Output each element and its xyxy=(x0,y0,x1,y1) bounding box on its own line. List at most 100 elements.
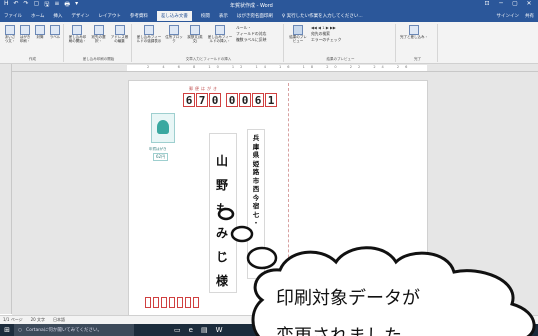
address-block-icon xyxy=(169,25,179,35)
ribbon: あいさつ文・ はがき印刷・ 封筒 ラベル 作成 差し込み印刷の開始・ 宛先の選択… xyxy=(0,22,538,64)
label-icon xyxy=(50,25,60,35)
close-button[interactable]: ✕ xyxy=(522,0,536,7)
check-errors-button[interactable]: エラーのチェック xyxy=(311,37,391,43)
name-char: み xyxy=(216,226,229,240)
tab-design[interactable]: デザイン xyxy=(71,13,89,19)
taskbar-icons: ▭ e ▤ W xyxy=(134,326,222,334)
windows-start-icon[interactable]: ⊞ xyxy=(0,326,14,334)
address-char: 庫 xyxy=(252,142,260,151)
address-char: 今 xyxy=(252,193,260,202)
tab-mailings[interactable]: 差し込み文書 xyxy=(156,11,192,21)
signin-link[interactable]: サインイン xyxy=(497,13,520,19)
address-char: 姫 xyxy=(252,159,260,168)
group-label-preview: 結果のプレビュー xyxy=(326,57,355,61)
tab-postcard-print[interactable]: はがき宛名面印刷 xyxy=(237,13,273,19)
zip-digit: 0 xyxy=(209,93,221,107)
zip-digit: 6 xyxy=(252,93,264,107)
name-char: 野 xyxy=(216,178,229,192)
greeting-button[interactable]: あいさつ文・ xyxy=(4,25,16,44)
record-number-input[interactable]: 1 xyxy=(322,25,324,30)
ribbon-display-button[interactable]: ⊡ xyxy=(480,0,494,7)
postcard-print-button[interactable]: はがき印刷・ xyxy=(19,25,31,44)
start-merge-icon xyxy=(72,25,83,35)
address-block-button[interactable]: 住所ブロック xyxy=(165,25,183,44)
address-char: 西 xyxy=(252,185,260,193)
edge-icon[interactable]: e xyxy=(189,326,193,334)
maximize-button[interactable]: ▢ xyxy=(508,0,522,7)
ribbon-group-create: あいさつ文・ はがき印刷・ 封筒 ラベル 作成 xyxy=(2,24,64,62)
address-box[interactable]: 兵 庫 県 姫 路 市 西 今 宿 七 ・ xyxy=(247,129,265,279)
window-title: 年賀状作成 - Word xyxy=(230,3,273,9)
zip-digit: 0 xyxy=(226,93,238,107)
ribbon-group-finish: 完了と差し込み・ 完了 xyxy=(398,24,438,62)
word-icon[interactable]: W xyxy=(216,326,223,334)
zip-code: 6 7 0 0 0 6 1 xyxy=(183,93,277,107)
preview-results-button[interactable]: 結果のプレビュー xyxy=(288,25,308,44)
highlight-icon xyxy=(144,25,154,35)
new-document-icon[interactable]: ▢ xyxy=(34,0,40,10)
task-view-icon[interactable]: ▭ xyxy=(174,326,181,334)
highlight-fields-button[interactable]: 差し込みフィールドの強調表示 xyxy=(136,25,162,44)
zip-digit: 6 xyxy=(183,93,195,107)
address-char: 市 xyxy=(252,176,260,185)
tab-review[interactable]: 校閲 xyxy=(201,13,210,19)
edit-address-book-button[interactable]: アドレス帳の編集 xyxy=(110,25,129,44)
tab-view[interactable]: 表示 xyxy=(219,13,228,19)
group-label-create: 作成 xyxy=(29,57,36,61)
address-char: ・ xyxy=(252,219,260,227)
start-merge-button[interactable]: 差し込み印刷の開始・ xyxy=(68,25,87,44)
open-icon[interactable]: 🖫 xyxy=(44,0,49,10)
print-icon[interactable]: 🖶 xyxy=(64,0,70,10)
sender-zip-boxes xyxy=(145,297,199,308)
address-book-icon xyxy=(114,25,125,35)
tell-me-search[interactable]: ♀ 実行したい作業を入力してください... xyxy=(282,13,363,19)
update-labels-button[interactable]: 複数ラベルに反映 xyxy=(236,37,280,43)
language-indicator[interactable]: 日本語 xyxy=(53,317,65,323)
label-button[interactable]: ラベル xyxy=(49,25,61,44)
finish-icon xyxy=(409,25,419,35)
finish-merge-button[interactable]: 完了と差し込み・ xyxy=(400,25,428,40)
tab-references[interactable]: 参考資料 xyxy=(130,13,148,19)
greeting-line-button[interactable]: 挨拶文(英文) xyxy=(186,25,204,44)
insert-field-button[interactable]: 差し込みフィールドの挿入・ xyxy=(207,25,233,44)
tab-home[interactable]: ホーム xyxy=(31,13,44,19)
save-icon[interactable]: H xyxy=(4,0,9,10)
explorer-icon[interactable]: ▤ xyxy=(201,326,208,334)
envelope-button[interactable]: 封筒 xyxy=(34,25,46,44)
vertical-ruler xyxy=(0,64,12,314)
minimize-button[interactable]: ─ xyxy=(494,0,508,7)
postcard-layout: 郵便はがき 6 7 0 0 0 6 1 年賀はがき 62円 山 野 も み じ … xyxy=(139,83,289,318)
cortana-search[interactable]: ○ Cortanaに何か聞いてみてください。 xyxy=(14,324,134,336)
select-recipients-button[interactable]: 宛先の選択・ xyxy=(90,25,107,44)
preview-nav: ◀◀ ◀ 1 ▶ ▶▶ 宛先の検索 エラーのチェック xyxy=(311,25,391,44)
zip-digit: 1 xyxy=(265,93,277,107)
redo-icon[interactable]: ↷ xyxy=(24,0,29,10)
tab-layout[interactable]: レイアウト xyxy=(98,13,121,19)
undo-icon[interactable]: ↶ xyxy=(14,0,19,10)
status-bar: 1/1 ページ 20 文字 日本語 xyxy=(0,315,538,324)
address-char: 七 xyxy=(252,210,260,219)
group-label-start: 差し込み印刷の開始 xyxy=(82,57,115,61)
customize-qa-icon[interactable]: ▾ xyxy=(75,0,78,10)
tab-insert[interactable]: 挿入 xyxy=(53,13,62,19)
word-count[interactable]: 20 文字 xyxy=(31,317,45,323)
horizontal-ruler: 2 4 6 8 10 12 14 16 18 20 22 24 26 xyxy=(12,64,538,72)
address-char: 宿 xyxy=(252,202,260,210)
tab-file[interactable]: ファイル xyxy=(4,13,22,19)
callout-text-line2: 変更されました。 xyxy=(276,322,420,336)
page-count[interactable]: 1/1 ページ xyxy=(3,317,23,323)
ribbon-tabs: ファイル ホーム 挿入 デザイン レイアウト 参考資料 差し込み文書 校閲 表示… xyxy=(0,10,538,22)
insert-field-icon xyxy=(215,25,225,35)
greeting-line-icon xyxy=(190,25,200,35)
address-char: 県 xyxy=(252,151,260,159)
envelope-icon xyxy=(35,25,45,35)
quick-access-toolbar: H ↶ ↷ ▢ 🖫 ≡ 🖶 ▾ xyxy=(0,0,78,10)
preview-icon xyxy=(293,25,303,35)
stamp-image xyxy=(151,113,175,143)
address-char: 路 xyxy=(252,168,260,176)
document-area[interactable]: 郵便はがき 6 7 0 0 0 6 1 年賀はがき 62円 山 野 も み じ … xyxy=(12,72,538,320)
cortana-placeholder: Cortanaに何か聞いてみてください。 xyxy=(25,328,103,333)
recipient-name-box[interactable]: 山 野 も み じ 様 xyxy=(209,133,237,293)
format-icon[interactable]: ≡ xyxy=(54,0,59,10)
share-button[interactable]: 共有 xyxy=(525,13,534,19)
